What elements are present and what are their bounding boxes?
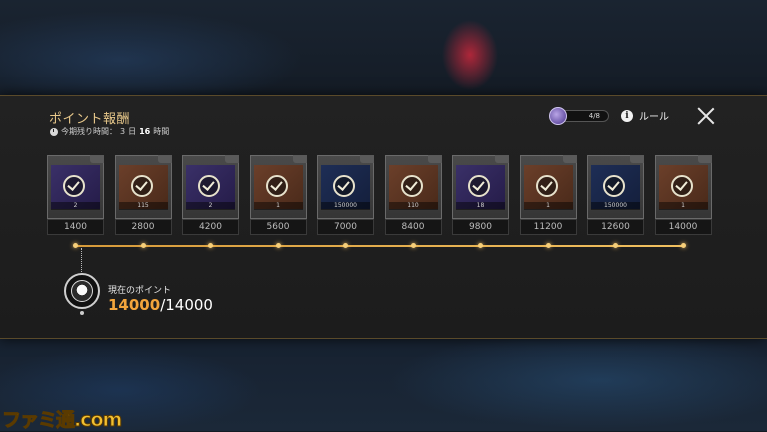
- reward-card[interactable]: 150000 7000: [317, 155, 374, 237]
- reward-tab: [630, 155, 644, 163]
- reward-tab: [427, 155, 442, 163]
- progress-node: [73, 243, 78, 248]
- reward-card[interactable]: 1 5600: [249, 155, 307, 237]
- reward-card[interactable]: 18 9800: [452, 155, 509, 237]
- reward-tab: [157, 155, 172, 163]
- rule-button[interactable]: i ルール: [621, 108, 669, 123]
- reward-point-cost: 2800: [114, 219, 172, 235]
- close-icon[interactable]: [697, 107, 715, 125]
- reward-card[interactable]: 2 1400: [47, 155, 104, 237]
- remaining-hours: 16: [139, 127, 151, 136]
- reward-point-cost: 8400: [384, 219, 442, 235]
- reward-point-cost: 5600: [249, 219, 307, 235]
- reward-point-cost: 4200: [182, 219, 239, 235]
- claimed-check-icon: [670, 175, 693, 197]
- claimed-check-icon: [468, 175, 490, 197]
- token-coin-icon: [549, 106, 567, 125]
- current-points: 14000/14000: [108, 296, 213, 314]
- progress-node: [680, 243, 686, 248]
- reward-tab: [90, 155, 104, 163]
- claimed-check-icon: [603, 175, 625, 197]
- remaining-hours-unit: 時間: [153, 127, 170, 136]
- rule-button-label: ルール: [639, 112, 669, 123]
- remaining-time: 今期残り時間： 3 日 16 時間: [50, 126, 169, 137]
- current-points-label: 現在のポイント: [108, 286, 172, 296]
- progress-track: [75, 245, 685, 247]
- token-counter[interactable]: 4/8: [549, 106, 609, 125]
- reward-quantity: 150000: [591, 202, 640, 210]
- reward-card[interactable]: 1 14000: [654, 155, 712, 237]
- medal-pip: [80, 311, 84, 315]
- claimed-check-icon: [130, 175, 153, 197]
- claimed-check-icon: [400, 175, 423, 197]
- claimed-check-icon: [198, 175, 220, 197]
- reward-quantity: 1: [253, 202, 303, 210]
- reward-quantity: 18: [456, 202, 505, 210]
- claimed-check-icon: [63, 175, 85, 197]
- reward-point-cost: 12600: [587, 219, 644, 235]
- remaining-days: 3: [120, 127, 126, 136]
- reward-card[interactable]: 110 8400: [384, 155, 442, 237]
- watermark-logo: ファミ通.com: [1, 409, 122, 432]
- points-medal-icon: [64, 273, 100, 309]
- claimed-check-icon: [333, 175, 355, 197]
- progress-node: [545, 243, 551, 248]
- progress-node: [478, 243, 483, 248]
- info-icon: i: [621, 109, 633, 122]
- reward-card[interactable]: 115 2800: [114, 155, 172, 237]
- reward-quantity: 1: [658, 202, 708, 210]
- reward-tab: [225, 155, 239, 163]
- reward-card[interactable]: 1 11200: [519, 155, 577, 237]
- progress-node: [208, 243, 213, 248]
- progress-node: [343, 243, 348, 248]
- reward-quantity: 110: [388, 202, 438, 210]
- remaining-days-unit: 日: [128, 127, 137, 136]
- reward-quantity: 1: [523, 202, 573, 210]
- reward-point-cost: 7000: [317, 219, 374, 235]
- current-marker-line: [81, 248, 82, 272]
- panel-title: ポイント報酬: [49, 112, 131, 127]
- reward-tab: [697, 155, 712, 163]
- reward-quantity: 150000: [321, 202, 370, 210]
- reward-quantity: 115: [118, 202, 168, 210]
- reward-point-cost: 1400: [47, 219, 104, 235]
- reward-point-cost: 9800: [452, 219, 509, 235]
- reward-quantity: 2: [186, 202, 235, 210]
- current-points-max: 14000: [165, 296, 213, 314]
- remaining-time-label: 今期残り時間：: [61, 127, 117, 136]
- reward-tab: [292, 155, 307, 163]
- reward-card[interactable]: 150000 12600: [587, 155, 644, 237]
- reward-tab: [360, 155, 374, 163]
- reward-quantity: 2: [51, 202, 100, 210]
- progress-node: [140, 243, 146, 248]
- claimed-check-icon: [265, 175, 288, 197]
- progress-node: [275, 243, 281, 248]
- current-points-value: 14000: [108, 296, 161, 314]
- reward-point-cost: 11200: [519, 219, 577, 235]
- reward-card[interactable]: 2 4200: [182, 155, 239, 237]
- progress-node: [410, 243, 416, 248]
- clock-icon: [50, 127, 58, 136]
- reward-tab: [562, 155, 577, 163]
- claimed-check-icon: [535, 175, 558, 197]
- reward-point-cost: 14000: [654, 219, 712, 235]
- reward-tab: [495, 155, 509, 163]
- progress-node: [613, 243, 618, 248]
